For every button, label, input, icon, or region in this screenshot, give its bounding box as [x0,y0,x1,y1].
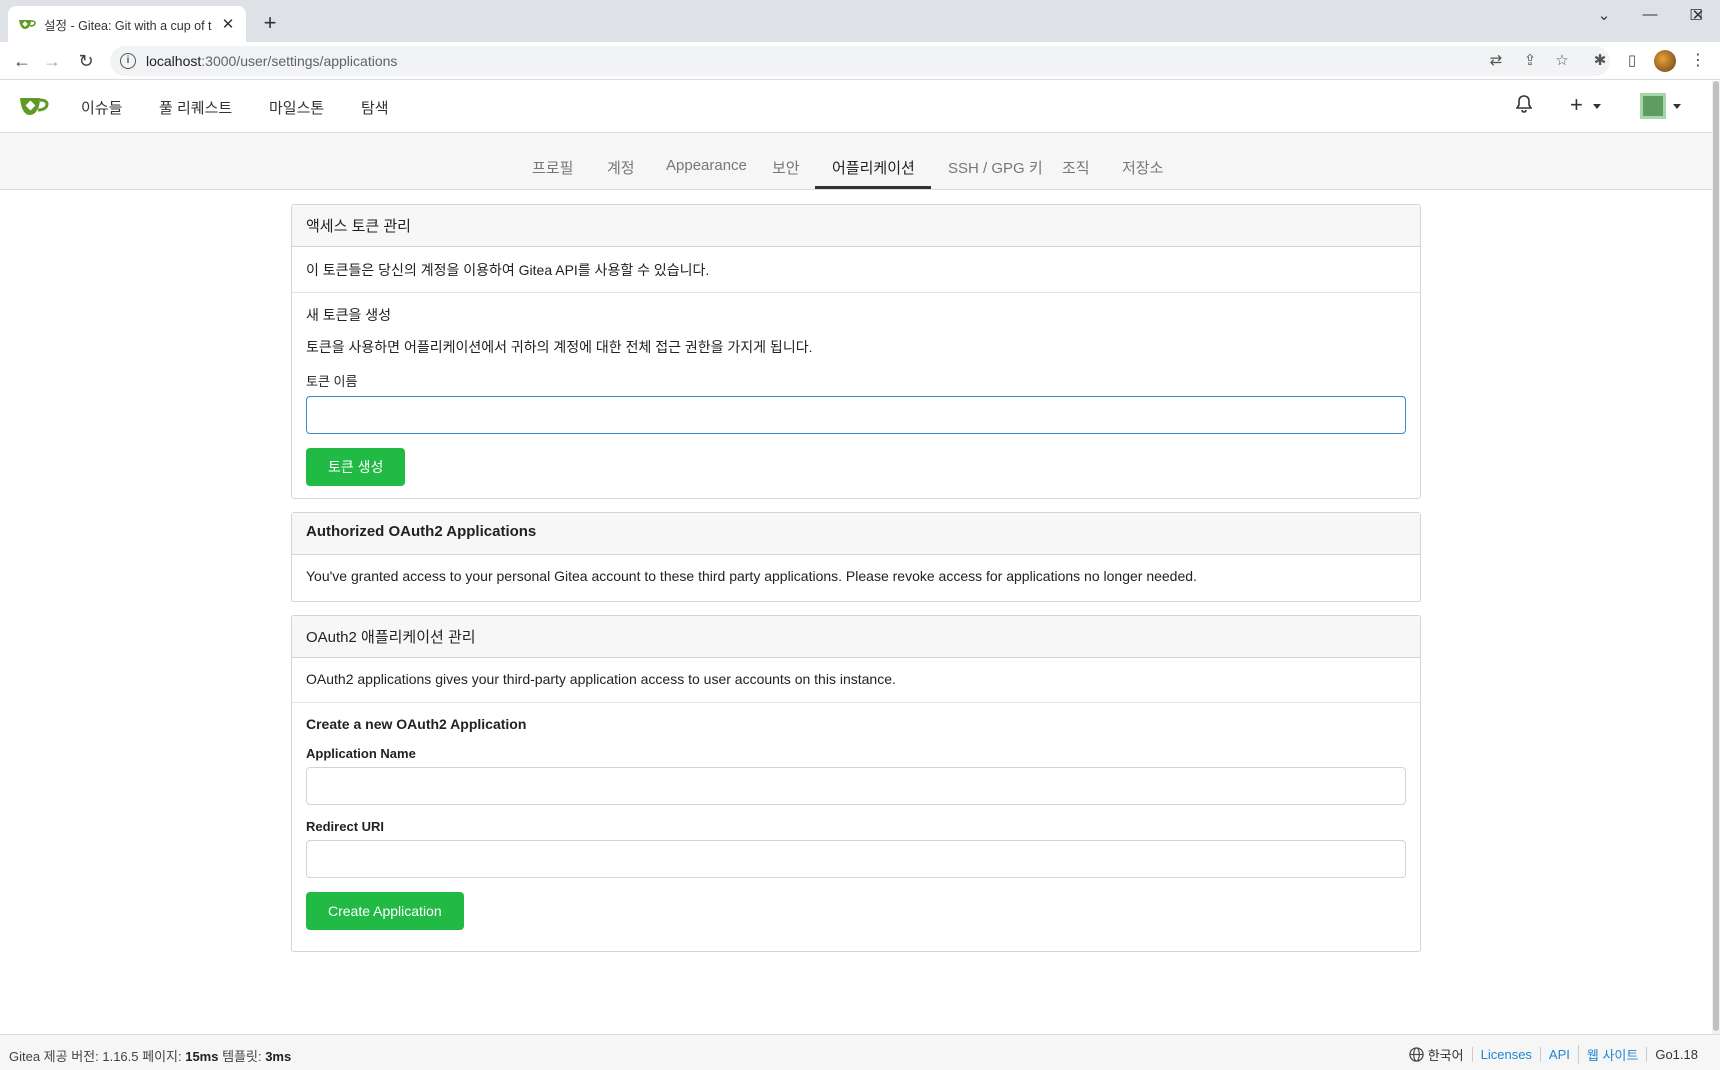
oauth2-applications-title: OAuth2 애플리케이션 관리 [292,616,1420,658]
gitea-logo-icon[interactable] [18,93,50,122]
tab-appearance[interactable]: Appearance [666,157,747,174]
tab-search-icon[interactable]: ⌄ [1582,6,1626,30]
authorized-oauth2-description: You've granted access to your personal G… [306,568,1197,584]
page-scrollbar-thumb[interactable] [1713,81,1719,1031]
nav-pull-requests[interactable]: 풀 리퀘스트 [159,97,232,118]
tab-close-icon[interactable]: ✕ [220,15,236,33]
extensions-icon[interactable]: ✱ [1590,51,1610,69]
oauth2-applications-section: OAuth2 애플리케이션 관리 OAuth2 applications giv… [291,615,1421,952]
nav-issues[interactable]: 이슈들 [81,97,122,118]
address-bar: ← → ↻ i localhost:3000/user/settings/app… [0,42,1720,80]
new-tab-button[interactable]: + [258,12,282,36]
access-tokens-section: 액세스 토큰 관리 이 토큰들은 당신의 계정을 이용하여 Gitea API를… [291,204,1421,499]
tab-security[interactable]: 보안 [772,157,800,178]
footer-links: 한국어 Licenses API 웹 사이트 Go1.18 [1409,1045,1706,1064]
url-text: localhost:3000/user/settings/application… [146,53,397,69]
gitea-navbar: 이슈들 풀 리퀘스트 마일스톤 탐색 + [0,81,1720,133]
page-footer: Gitea 제공 버전: 1.16.5 페이지: 15ms 템플릿: 3ms 한… [0,1034,1720,1070]
nav-explore[interactable]: 탐색 [361,97,389,118]
footer-version-info: Gitea 제공 버전: 1.16.5 페이지: 15ms 템플릿: 3ms [9,1046,291,1065]
application-name-input[interactable] [306,767,1406,805]
language-selector[interactable]: 한국어 [1424,1045,1472,1064]
access-tokens-title: 액세스 토큰 관리 [292,205,1420,247]
notifications-bell-icon[interactable] [1515,95,1533,116]
footer-template-time: 3ms [265,1049,292,1064]
globe-icon [1409,1047,1424,1062]
browser-menu-icon[interactable]: ⋮ [1690,50,1706,70]
active-tab-indicator [815,186,931,189]
create-oauth2-app-form: Create a new OAuth2 Application Applicat… [292,703,1420,943]
browser-tab-title: 설정 - Gitea: Git with a cup of t [44,18,212,33]
access-tokens-description: 이 토큰들은 당신의 계정을 이용하여 Gitea API를 사용할 수 있습니… [292,247,1420,293]
footer-powered-text: Gitea 제공 버전: 1.16.5 페이지: [9,1049,186,1064]
forward-icon[interactable]: → [40,49,64,73]
token-warning-text: 토큰을 사용하면 어플리케이션에서 귀하의 계정에 대한 전체 접근 권한을 가… [306,339,813,355]
url-path: :3000/user/settings/applications [201,53,398,69]
footer-go-version: Go1.18 [1646,1047,1706,1062]
translate-icon[interactable]: ⇄ [1486,51,1506,69]
share-icon[interactable]: ⇪ [1520,51,1540,69]
tab-account[interactable]: 계정 [607,157,635,178]
tab-ssh-gpg-keys[interactable]: SSH / GPG 키 [948,157,1043,178]
footer-template-label: 템플릿: [218,1049,266,1064]
footer-page-time: 15ms [185,1049,219,1064]
authorized-oauth2-section: Authorized OAuth2 Applications You've gr… [291,512,1421,602]
gitea-favicon-icon [18,15,36,33]
footer-website-link[interactable]: 웹 사이트 [1577,1045,1646,1064]
create-oauth2-app-title: Create a new OAuth2 Application [306,716,527,732]
side-panel-icon[interactable]: ▯ [1622,51,1642,69]
url-host: localhost [146,53,202,69]
redirect-uri-label: Redirect URI [306,819,385,834]
back-icon[interactable]: ← [10,49,34,73]
url-field[interactable]: i localhost:3000/user/settings/applicati… [110,46,1610,76]
window-close-icon[interactable]: ✕ [1676,6,1720,30]
create-application-button[interactable]: Create Application [306,892,464,930]
redirect-uri-input[interactable] [306,840,1406,878]
generate-token-button[interactable]: 토큰 생성 [306,448,406,486]
tab-repositories[interactable]: 저장소 [1122,157,1163,178]
browser-profile-avatar[interactable] [1654,50,1676,72]
footer-licenses-link[interactable]: Licenses [1471,1047,1540,1062]
tab-organizations[interactable]: 조직 [1062,157,1090,178]
reload-icon[interactable]: ↻ [74,49,98,73]
settings-menu: 프로필 계정 Appearance 보안 어플리케이션 SSH / GPG 키 … [0,133,1720,190]
minimize-button[interactable]: — [1628,6,1672,30]
token-name-label: 토큰 이름 [306,374,358,389]
tab-applications[interactable]: 어플리케이션 [832,157,915,178]
create-dropdown-caret-icon[interactable] [1593,104,1601,109]
footer-api-link[interactable]: API [1539,1047,1578,1062]
nav-milestones[interactable]: 마일스톤 [269,97,324,118]
user-menu-caret-icon[interactable] [1673,104,1681,109]
create-plus-icon[interactable]: + [1570,92,1583,118]
oauth2-applications-description: OAuth2 applications gives your third-par… [292,658,1420,703]
site-info-icon[interactable]: i [120,53,136,69]
authorized-oauth2-title: Authorized OAuth2 Applications [292,513,1420,555]
new-token-form: 새 토큰을 생성 토큰을 사용하면 어플리케이션에서 귀하의 계정에 대한 전체… [292,293,1420,499]
bookmark-star-icon[interactable]: ☆ [1552,51,1572,69]
tab-profile[interactable]: 프로필 [532,157,573,178]
token-name-input[interactable] [306,396,1406,434]
new-token-title: 새 토큰을 생성 [306,307,392,323]
browser-tab[interactable]: 설정 - Gitea: Git with a cup of t ✕ [8,6,246,42]
browser-tabbar: 설정 - Gitea: Git with a cup of t ✕ + ⌄ — [0,0,1720,42]
user-avatar[interactable] [1640,93,1666,119]
application-name-label: Application Name [306,746,416,761]
